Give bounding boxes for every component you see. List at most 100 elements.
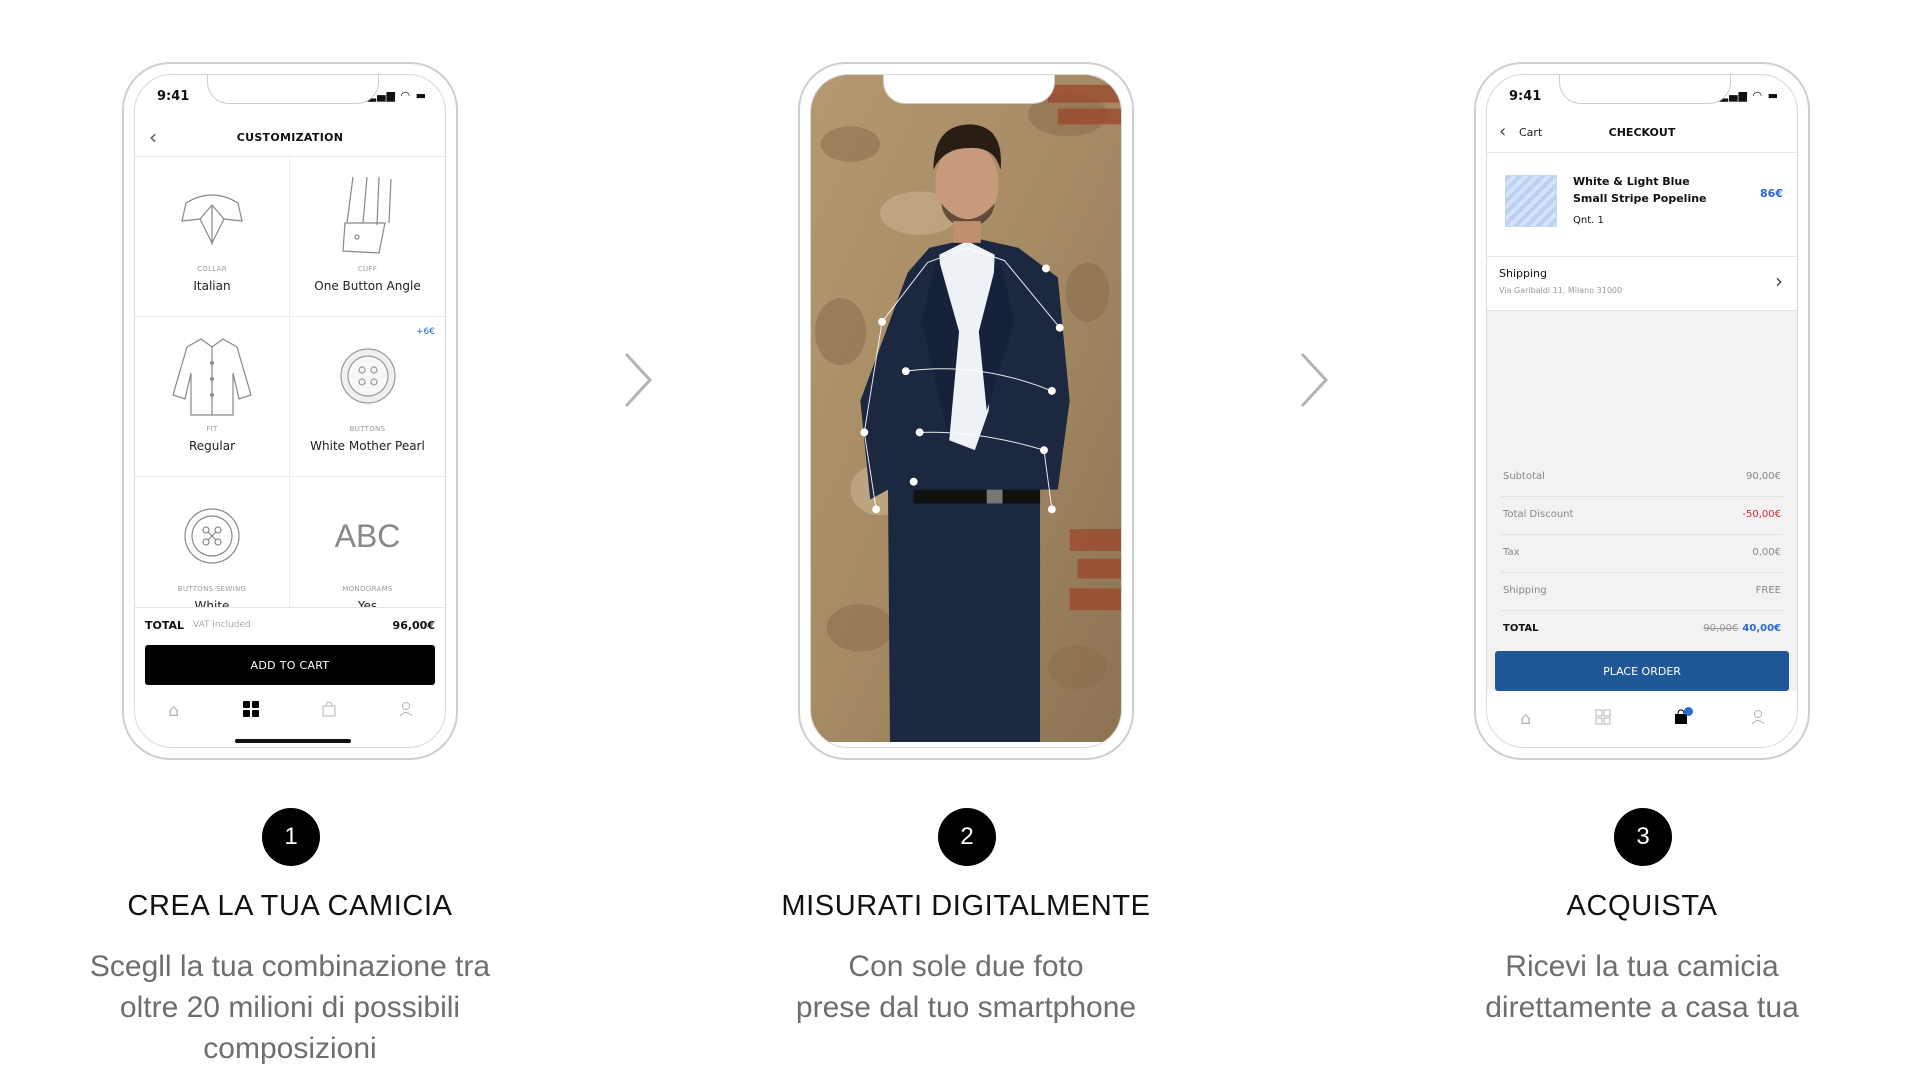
step-description-line: prese dal tuo smartphone: [795, 991, 1137, 1024]
option-fit[interactable]: FIT Regular: [135, 317, 290, 477]
grid-icon[interactable]: [231, 700, 271, 722]
step-title: MISURATI DIGITALMENTE: [781, 890, 1151, 922]
monogram-text: ABC: [334, 517, 401, 554]
shipping-address: Via Garibaldi 11, Milano 31000: [1499, 286, 1623, 295]
add-to-cart-button[interactable]: ADD TO CART: [145, 645, 435, 685]
phone-checkout: 9:41 ▂▄▆ ◠ ▬ ‹ Cart CHECKOUT White & Lig…: [1474, 62, 1810, 760]
step-title: CREA LA TUA CAMICIA: [127, 890, 453, 922]
total-label: TOTAL: [145, 619, 185, 632]
customization-nav-bar: ‹ CUSTOMIZATION: [135, 117, 445, 157]
option-caption: CUFF: [357, 265, 378, 273]
old-total: 90,00€: [1703, 623, 1739, 634]
step-description-line: Scegll la tua combinazione tra: [89, 950, 491, 983]
summary-row: Subtotal 90,00€: [1501, 459, 1783, 497]
shipping-label: Shipping: [1499, 267, 1547, 280]
option-caption: MONOGRAMS: [342, 585, 393, 593]
cart-item[interactable]: White & Light Blue Small Stripe Popeline…: [1487, 153, 1797, 257]
new-total: 40,00€: [1742, 623, 1781, 634]
summary-row: Shipping FREE: [1501, 573, 1783, 611]
shipping-row[interactable]: Shipping Via Garibaldi 11, Milano 31000 …: [1487, 257, 1797, 311]
summary-row: Tax 0,00€: [1501, 535, 1783, 573]
status-time: 9:41: [157, 89, 190, 104]
item-quantity: Qnt. 1: [1573, 215, 1604, 226]
grid-icon[interactable]: [1583, 709, 1623, 730]
step-description-line: direttamente a casa tua: [1485, 991, 1799, 1024]
option-caption: FIT: [206, 425, 218, 433]
home-icon[interactable]: ⌂: [1506, 709, 1546, 729]
place-order-button[interactable]: PLACE ORDER: [1495, 651, 1789, 691]
step-purchase: 9:41 ▂▄▆ ◠ ▬ ‹ Cart CHECKOUT White & Lig…: [1352, 0, 1920, 1080]
fabric-swatch: [1505, 175, 1557, 227]
chevron-right-icon: ›: [1775, 269, 1783, 293]
option-buttons[interactable]: +6€ BUTTONS White Mother Pearl: [290, 317, 445, 477]
step-number-badge: 2: [938, 808, 996, 866]
chevron-right-icon: [624, 352, 653, 408]
total-row: TOTAL VAT included 96,00€: [135, 607, 445, 643]
option-value: Regular: [188, 439, 236, 453]
cart-count-badge: [1683, 706, 1693, 716]
phone-customization: 9:41 ▂▄▆ ◠ ▬ ‹ CUSTOMIZATION COLLAR Ital…: [122, 62, 458, 760]
bag-icon[interactable]: [1661, 706, 1701, 730]
step-number-badge: 1: [262, 808, 320, 866]
option-cuff[interactable]: CUFF One Button Angle: [290, 157, 445, 317]
order-summary: Subtotal 90,00€ Total Discount -50,00€ T…: [1487, 311, 1797, 691]
chevron-right-icon: [1300, 352, 1329, 408]
summary-label: Tax: [1503, 547, 1520, 558]
shirt-icon: [135, 331, 289, 421]
summary-value: -50,00€: [1742, 509, 1781, 520]
item-name: White & Light Blue Small Stripe Popeline: [1573, 175, 1707, 205]
phone-notch: [1559, 75, 1731, 104]
customization-screen: 9:41 ▂▄▆ ◠ ▬ ‹ CUSTOMIZATION COLLAR Ital…: [134, 74, 446, 748]
option-value: Yes: [357, 599, 378, 607]
summary-value: 90,00€: [1746, 471, 1781, 482]
summary-value: FREE: [1755, 585, 1781, 596]
step-customize: 9:41 ▂▄▆ ◠ ▬ ‹ CUSTOMIZATION COLLAR Ital…: [0, 0, 580, 1080]
summary-label: Total Discount: [1503, 509, 1574, 520]
summary-total-row: TOTAL 90,00€ 40,00€: [1501, 611, 1783, 649]
step-measure: 2 MISURATI DIGITALMENTE Con sole due fot…: [676, 0, 1256, 1080]
summary-label: TOTAL: [1503, 623, 1539, 634]
button-sewing-icon: [135, 491, 289, 581]
step-description-line: Ricevi la tua camicia: [1505, 950, 1779, 983]
checkout-nav-bar: ‹ Cart CHECKOUT: [1487, 113, 1797, 153]
step-description: Ricevi la tua camicia direttamente a cas…: [1352, 946, 1920, 1028]
option-value: Italian: [193, 279, 231, 293]
option-collar[interactable]: COLLAR Italian: [135, 157, 290, 317]
summary-label: Subtotal: [1503, 471, 1545, 482]
home-indicator: [235, 739, 351, 743]
page-title: CUSTOMIZATION: [236, 131, 344, 144]
option-value: White: [194, 599, 230, 607]
step-description-line: oltre 20 milioni di possibili: [119, 991, 461, 1024]
phone-measure: [798, 62, 1134, 760]
phone-notch: [883, 75, 1055, 104]
checkout-screen: 9:41 ▂▄▆ ◠ ▬ ‹ Cart CHECKOUT White & Lig…: [1486, 74, 1798, 748]
option-buttons-sewing[interactable]: BUTTONS SEWING White: [135, 477, 290, 607]
home-icon[interactable]: ⌂: [154, 701, 194, 721]
summary-total-value: 90,00€ 40,00€: [1703, 623, 1781, 634]
cuff-icon: [290, 171, 445, 261]
user-icon[interactable]: [386, 701, 426, 722]
button-icon: [290, 331, 445, 421]
item-price: 86€: [1760, 187, 1783, 200]
option-monograms[interactable]: ABC MONOGRAMS Yes: [290, 477, 445, 608]
option-value: White Mother Pearl: [310, 439, 425, 453]
tab-bar: ⌂: [135, 693, 445, 729]
user-icon[interactable]: [1738, 709, 1778, 730]
step-number-badge: 3: [1614, 808, 1672, 866]
step-description: Scegll la tua combinazione tra oltre 20 …: [0, 946, 580, 1069]
vat-label: VAT included: [193, 620, 251, 630]
option-caption: COLLAR: [197, 265, 227, 273]
bag-icon[interactable]: [309, 700, 349, 722]
monogram-icon: ABC: [290, 491, 445, 581]
summary-label: Shipping: [1503, 585, 1547, 596]
summary-row: Total Discount -50,00€: [1501, 497, 1783, 535]
collar-icon: [135, 171, 289, 261]
tab-bar: ⌂: [1487, 699, 1797, 739]
option-caption: BUTTONS SEWING: [177, 585, 247, 593]
page-title: CHECKOUT: [1608, 126, 1676, 139]
option-value: One Button Angle: [314, 279, 421, 293]
man-in-navy-suit-photo: [811, 75, 1121, 743]
total-value: 96,00€: [392, 619, 435, 632]
phone-notch: [207, 75, 379, 104]
measure-screen: [810, 74, 1122, 748]
